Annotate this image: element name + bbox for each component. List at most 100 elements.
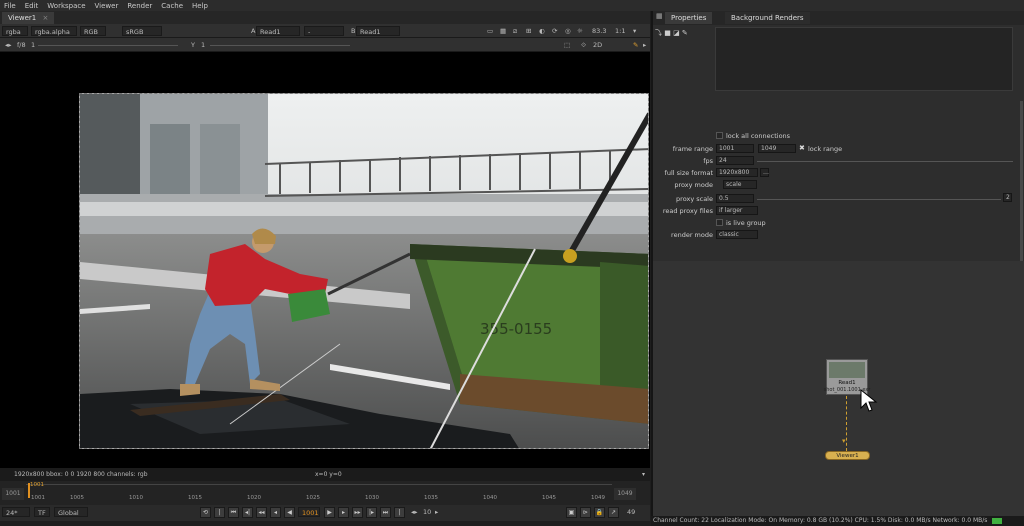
pause-icon[interactable]: ◎ bbox=[562, 26, 574, 36]
fps-field[interactable]: 24 bbox=[716, 156, 754, 165]
chevron-down-icon[interactable]: ▾ bbox=[630, 26, 639, 36]
fps-select[interactable]: 24* bbox=[2, 507, 30, 517]
proxy-scale-slider[interactable] bbox=[757, 196, 1001, 200]
proxy-scale-end[interactable]: 2 bbox=[1003, 193, 1012, 202]
lock-icon[interactable]: 🔒 bbox=[594, 507, 605, 518]
crop-icon[interactable]: ⬚ bbox=[561, 40, 573, 50]
status-bar: Channel Count: 22 Localization Mode: On … bbox=[651, 516, 1024, 526]
colorspace-select[interactable]: sRGB bbox=[122, 26, 162, 36]
menu-workspace[interactable]: Workspace bbox=[47, 2, 85, 10]
increment-arrow-icon[interactable]: ▸ bbox=[432, 507, 441, 517]
next-frame-button[interactable]: ▸ bbox=[338, 507, 349, 518]
menu-bar: File Edit Workspace Viewer Render Cache … bbox=[0, 0, 1024, 11]
menu-file[interactable]: File bbox=[4, 2, 16, 10]
viewer-toolbar-bottom: ◂▸ f/8 1 Y 1 ⬚ ⟐ 2D ✎ ▸ bbox=[0, 38, 650, 52]
input-a-select[interactable]: Read1 bbox=[256, 26, 300, 36]
proxy-mode-select[interactable]: scale bbox=[723, 180, 757, 189]
menu-cache[interactable]: Cache bbox=[161, 2, 183, 10]
timeline[interactable]: 1001 1001 1001 1005 1010 1015 1020 1025 … bbox=[0, 481, 650, 505]
export-icon[interactable]: ↗ bbox=[608, 507, 619, 518]
wipe-icon[interactable]: ⧄ bbox=[510, 26, 520, 36]
increment-arrows-icon[interactable]: ◂▸ bbox=[408, 507, 421, 517]
transform-icon[interactable]: ⟐ bbox=[578, 40, 589, 50]
scope-select[interactable]: Global bbox=[54, 507, 88, 517]
full-size-edit-button[interactable]: … bbox=[760, 168, 769, 177]
properties-panel: ▦ Properties Background Renders ⤵ ■ ◪ ✎ … bbox=[651, 11, 1024, 261]
composite-select[interactable]: - bbox=[304, 26, 344, 36]
full-size-select[interactable]: 1920x800 bbox=[716, 168, 758, 177]
live-group-checkbox[interactable] bbox=[716, 219, 723, 226]
timeline-start[interactable]: 1001 bbox=[2, 488, 24, 500]
gain-arrows-icon[interactable]: ◂▸ bbox=[2, 40, 15, 50]
zoom-value[interactable]: 83.3 bbox=[589, 26, 609, 36]
clip-warning-icon[interactable]: ▦ bbox=[497, 26, 509, 36]
loop-icon[interactable]: ⟲ bbox=[200, 507, 211, 518]
frame-range-end[interactable]: 1049 bbox=[758, 144, 796, 153]
frame-range-start[interactable]: 1001 bbox=[716, 144, 754, 153]
properties-bin[interactable] bbox=[715, 27, 1013, 91]
fps-slider[interactable] bbox=[757, 158, 1013, 162]
prev-frame-button[interactable]: ◂ bbox=[270, 507, 281, 518]
play-forward-button[interactable]: ▶ bbox=[324, 507, 335, 518]
gamma-slider[interactable] bbox=[210, 42, 350, 46]
live-group-label: is live group bbox=[726, 219, 766, 227]
last-frame-button[interactable]: ⏭ bbox=[380, 507, 391, 518]
expand-icon[interactable]: ▾ bbox=[642, 468, 645, 481]
view-mode-select[interactable]: 2D bbox=[590, 40, 605, 50]
node-graph[interactable]: Read1 shot_001.1001.exr ▾ Viewer1 bbox=[651, 261, 1024, 516]
properties-scrollbar[interactable] bbox=[1020, 101, 1023, 261]
skip-icon[interactable]: ⊳ bbox=[580, 507, 591, 518]
gamma-value[interactable]: 1 bbox=[198, 40, 208, 50]
toolbar-icons[interactable]: ⤵ ■ ◪ ✎ bbox=[655, 28, 688, 38]
input-b-select[interactable]: Read1 bbox=[356, 26, 400, 36]
tab-properties[interactable]: Properties bbox=[665, 12, 713, 24]
lock-all-checkbox[interactable] bbox=[716, 132, 723, 139]
out-point-button[interactable]: | bbox=[394, 507, 405, 518]
close-icon[interactable]: × bbox=[42, 14, 48, 22]
proxy-scale-field[interactable]: 0.5 bbox=[716, 194, 754, 203]
prev-keyframe-button[interactable]: ◂| bbox=[242, 507, 253, 518]
panel-menu-icon[interactable]: ▦ bbox=[656, 12, 663, 20]
refresh-icon[interactable]: ⟳ bbox=[549, 26, 560, 36]
next-keyframe-button[interactable]: |▸ bbox=[366, 507, 377, 518]
tick-label: 1020 bbox=[247, 495, 261, 501]
in-point-button[interactable]: | bbox=[214, 507, 225, 518]
tab-viewer1[interactable]: Viewer1 × bbox=[2, 12, 55, 24]
first-frame-button[interactable]: ⏮ bbox=[228, 507, 239, 518]
flipbook-icon[interactable]: ▣ bbox=[566, 507, 577, 518]
read1-thumbnail bbox=[829, 362, 865, 378]
tf-select[interactable]: TF bbox=[34, 507, 50, 517]
grid-icon[interactable]: ⊞ bbox=[523, 26, 534, 36]
gain-slider[interactable] bbox=[38, 42, 178, 46]
tick-label: 1005 bbox=[70, 495, 84, 501]
tick-label: 1015 bbox=[188, 495, 202, 501]
frame-input[interactable]: 1001 bbox=[298, 507, 320, 517]
gamma-label: Y bbox=[191, 41, 195, 49]
settings-icon[interactable]: ☼ bbox=[574, 26, 586, 36]
overlay-icon[interactable]: ◐ bbox=[536, 26, 548, 36]
tab-viewer1-label: Viewer1 bbox=[8, 14, 37, 22]
menu-help[interactable]: Help bbox=[192, 2, 208, 10]
timeline-end[interactable]: 1049 bbox=[614, 488, 636, 500]
read-proxy-select[interactable]: if larger bbox=[716, 206, 758, 215]
arrow-down-icon: ▾ bbox=[842, 437, 846, 445]
menu-edit[interactable]: Edit bbox=[25, 2, 39, 10]
gain-value[interactable]: 1 bbox=[28, 40, 38, 50]
display-channels-select[interactable]: RGB bbox=[80, 26, 106, 36]
render-mode-select[interactable]: classic bbox=[716, 230, 758, 239]
layer-select[interactable]: rgba.alpha bbox=[31, 26, 77, 36]
ratio-value[interactable]: 1:1 bbox=[612, 26, 628, 36]
channels-select[interactable]: rgba bbox=[2, 26, 28, 36]
menu-viewer[interactable]: Viewer bbox=[95, 2, 119, 10]
lock-range-checkbox[interactable]: ✖ bbox=[799, 144, 805, 152]
next-increment-button[interactable]: ▸▸ bbox=[352, 507, 363, 518]
menu-render[interactable]: Render bbox=[127, 2, 152, 10]
more-icon[interactable]: ▸ bbox=[640, 40, 649, 50]
prev-increment-button[interactable]: ◂◂ bbox=[256, 507, 267, 518]
tick-label: 1035 bbox=[424, 495, 438, 501]
tab-background-renders[interactable]: Background Renders bbox=[725, 12, 810, 24]
viewer-toolbar-top: rgba rgba.alpha RGB sRGB A Read1 - B Rea… bbox=[0, 24, 650, 38]
viewer1-node[interactable]: Viewer1 bbox=[825, 451, 870, 460]
roi-icon[interactable]: ▭ bbox=[484, 26, 496, 36]
play-backward-button[interactable]: ◀ bbox=[284, 507, 295, 518]
